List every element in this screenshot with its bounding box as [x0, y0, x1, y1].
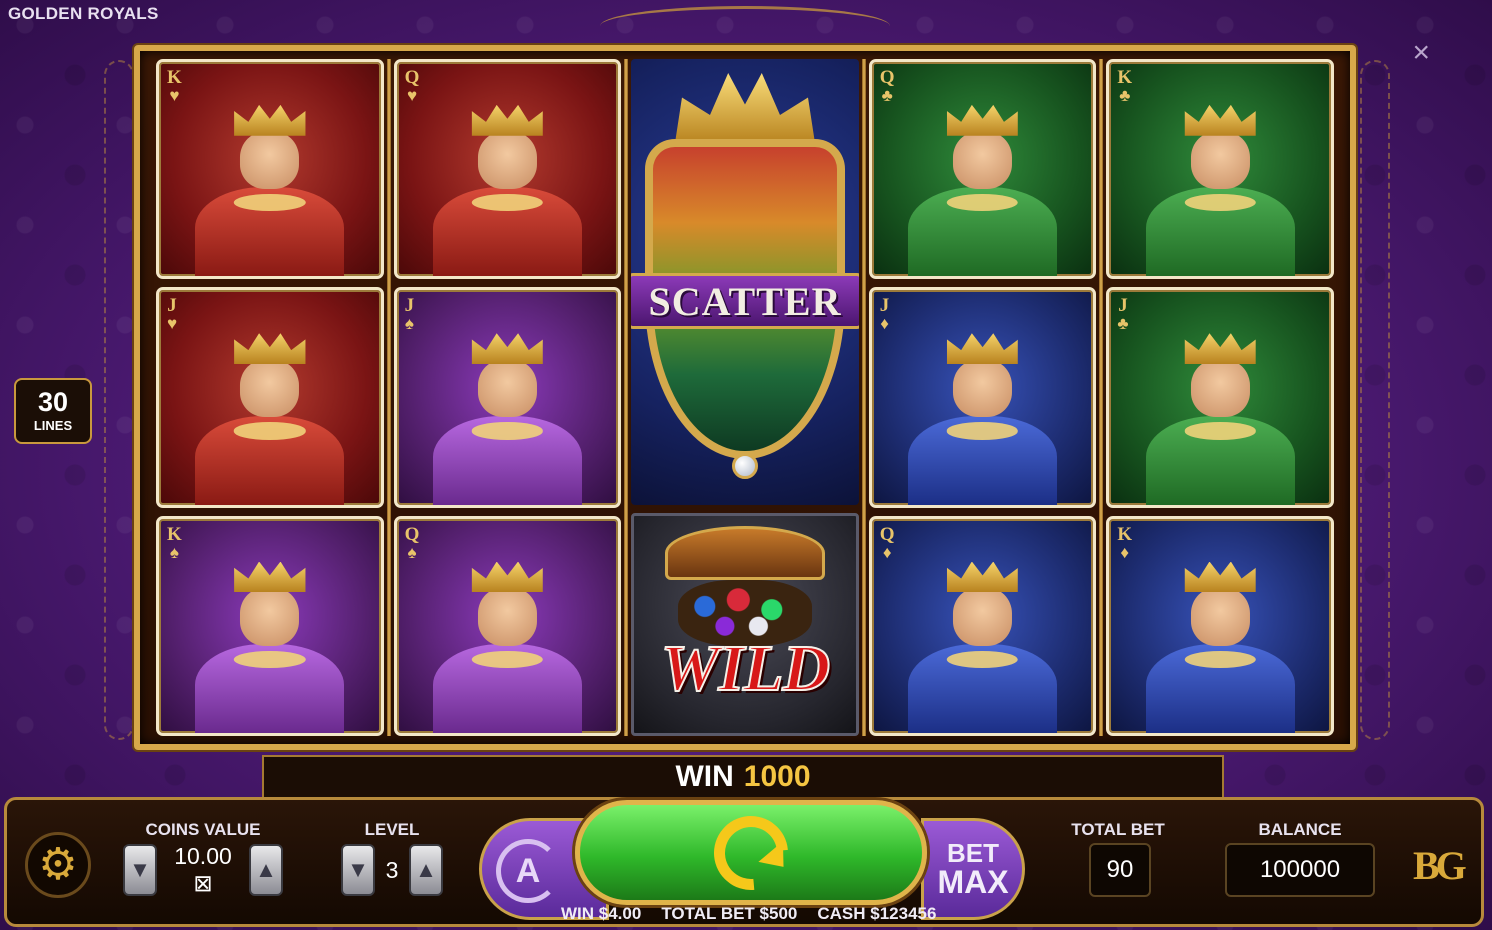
jack-portrait: [430, 333, 585, 505]
jack-portrait: [905, 333, 1060, 505]
diamond-icon: [731, 453, 758, 479]
status-cash: CASH $123456: [817, 904, 937, 923]
card-rank: Q ♣: [879, 67, 895, 105]
symbol-queen-of-spades: Q ♠: [393, 515, 622, 736]
card-rank: J ♥: [167, 295, 178, 334]
queen-portrait: [430, 561, 585, 733]
reel-1: K ♥ J ♥ K ♠: [156, 59, 391, 736]
autoplay-label: A: [515, 851, 541, 890]
queen-portrait: [905, 561, 1060, 733]
reel-3: SCATTER WILD: [631, 59, 866, 736]
bet-max-line1: BET: [947, 838, 999, 868]
coins-value-stepper: ▼ 10.00 ⊠ ▲: [123, 843, 283, 897]
coins-value-increase-button[interactable]: ▲: [249, 844, 283, 896]
symbol-king-of-hearts: K ♥: [156, 59, 384, 280]
jack-portrait: [192, 333, 347, 505]
symbol-queen-of-hearts: Q ♥: [393, 59, 622, 280]
status-win: WIN $4.00: [561, 904, 642, 923]
reel-5: K ♣ J ♣ K ♦: [1106, 59, 1334, 736]
close-icon[interactable]: ×: [1412, 38, 1430, 68]
crown-icon: [674, 73, 815, 143]
card-rank: J ♠: [404, 295, 415, 334]
symbol-queen-of-diamonds: Q ♦: [868, 515, 1097, 736]
card-rank: K ♥: [167, 67, 182, 105]
card-rank: Q ♥: [404, 67, 420, 105]
king-portrait: [192, 104, 347, 277]
status-row: WIN $4.00 TOTAL BET $500 CASH $123456: [561, 904, 936, 924]
level-display: 3: [385, 856, 399, 883]
win-bar: WIN 1000: [262, 755, 1224, 797]
queen-portrait: [905, 104, 1060, 277]
down-arrow-icon: ▼: [129, 857, 151, 882]
reel-2: Q ♥ J ♠ Q ♠: [393, 59, 628, 736]
symbol-scatter: SCATTER: [631, 59, 859, 506]
card-rank: J ♦: [879, 295, 890, 334]
reel-frame: K ♥ J ♥ K ♠ Q ♥ J ♠ Q ♠ SCATTER WILD Q ♣…: [134, 45, 1356, 750]
win-label: WIN: [675, 760, 734, 793]
card-rank: K ♠: [167, 523, 182, 562]
balance-label: BALANCE: [1258, 820, 1342, 839]
status-total-bet: TOTAL BET $500: [661, 904, 798, 923]
scatter-label: SCATTER: [648, 278, 842, 324]
symbol-wild: WILD: [631, 513, 859, 736]
level-decrease-button[interactable]: ▼: [341, 844, 375, 896]
reels: K ♥ J ♥ K ♠ Q ♥ J ♠ Q ♠ SCATTER WILD Q ♣…: [156, 59, 1334, 736]
left-ornament: [104, 60, 134, 740]
card-rank: K ♦: [1117, 523, 1133, 562]
king-portrait: [1143, 561, 1298, 733]
right-ornament: [1360, 60, 1390, 740]
wild-label: WILD: [660, 631, 831, 706]
lines-label: LINES: [33, 418, 73, 433]
reel-4: Q ♣ J ♦ Q ♦: [868, 59, 1103, 736]
symbol-jack-of-spades: J ♠: [393, 287, 622, 508]
win-value: 1000: [743, 760, 811, 793]
spin-arrow-icon: [698, 800, 804, 905]
king-portrait: [1143, 104, 1298, 277]
gear-icon: ⚙: [38, 840, 78, 889]
symbol-king-of-spades: K ♠: [156, 515, 384, 736]
spin-button[interactable]: [575, 800, 927, 905]
game-title: GOLDEN ROYALS: [8, 4, 159, 23]
brand-logo: BG: [1413, 843, 1467, 888]
card-rank: J ♣: [1117, 295, 1129, 334]
top-ornament: [600, 6, 890, 46]
level-stepper: ▼ 3 ▲: [341, 843, 443, 897]
level-increase-button[interactable]: ▲: [409, 844, 443, 896]
jack-portrait: [1143, 333, 1298, 505]
bet-max-line2: MAX: [937, 864, 1009, 900]
symbol-king-of-diamonds: K ♦: [1106, 515, 1334, 736]
total-bet-label: TOTAL BET: [1071, 820, 1165, 839]
total-bet-value: 90: [1089, 843, 1151, 897]
symbol-jack-of-hearts: J ♥: [156, 287, 384, 508]
symbol-king-of-clubs: K ♣: [1106, 59, 1334, 280]
up-arrow-icon: ▲: [415, 857, 437, 882]
lines-count: 30: [37, 387, 69, 417]
card-rank: Q ♦: [879, 523, 895, 562]
symbol-queen-of-clubs: Q ♣: [868, 59, 1097, 280]
settings-button[interactable]: ⚙: [25, 832, 91, 898]
coins-value-decrease-button[interactable]: ▼: [123, 844, 157, 896]
level-label: LEVEL: [364, 820, 420, 839]
up-arrow-icon: ▲: [255, 857, 277, 882]
treasure-chest-icon: [664, 526, 825, 647]
coins-value-label: COINS VALUE: [145, 820, 261, 839]
lines-badge: 30 LINES: [14, 378, 92, 444]
bet-max-button[interactable]: BET MAX: [921, 818, 1025, 920]
queen-portrait: [430, 104, 585, 277]
autoplay-icon: A: [496, 839, 560, 903]
card-rank: K ♣: [1117, 67, 1133, 105]
balance-value: 100000: [1225, 843, 1375, 897]
symbol-jack-of-clubs: J ♣: [1106, 287, 1334, 508]
scatter-banner: SCATTER: [631, 273, 859, 329]
king-portrait: [192, 561, 347, 733]
card-rank: Q ♠: [404, 523, 420, 562]
symbol-jack-of-diamonds: J ♦: [868, 287, 1097, 508]
down-arrow-icon: ▼: [347, 857, 369, 882]
coins-value-display: 10.00 ⊠: [174, 843, 232, 896]
control-panel: ⚙ COINS VALUE ▼ 10.00 ⊠ ▲ LEVEL ▼ 3 ▲ A …: [4, 797, 1484, 927]
